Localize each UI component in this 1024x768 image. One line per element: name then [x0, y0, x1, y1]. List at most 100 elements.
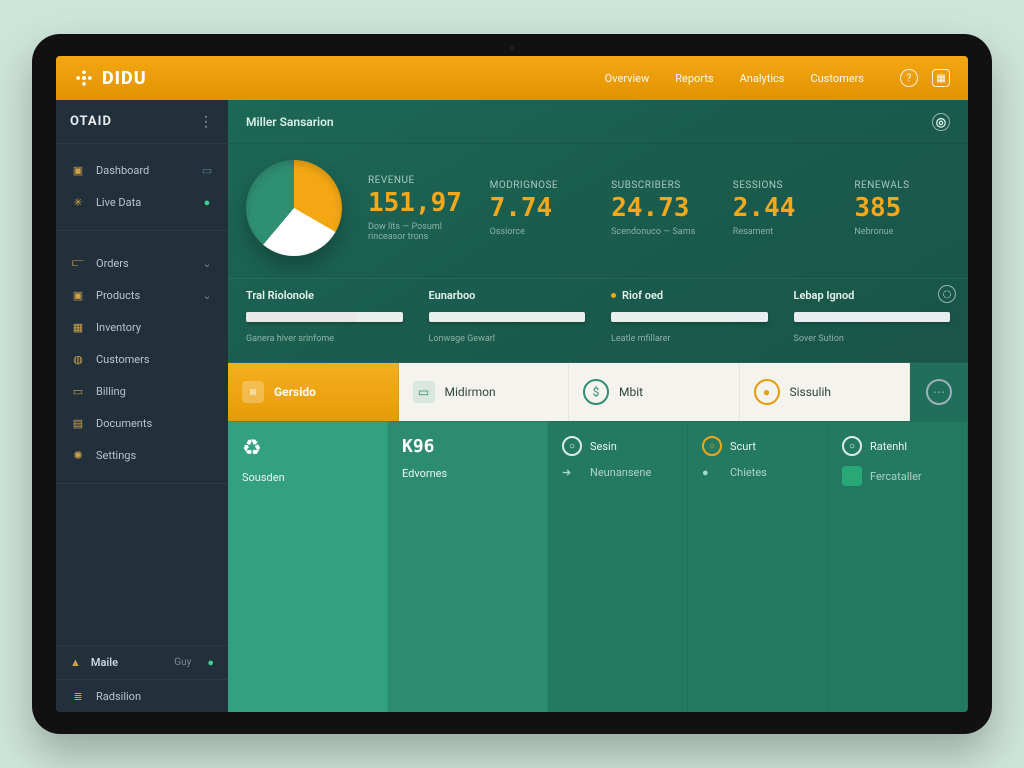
arrow-icon: ➜	[562, 466, 582, 479]
tile-card[interactable]: ○Ratenhl Fercataller	[828, 421, 968, 712]
target-icon[interactable]: ◎	[932, 113, 950, 131]
divider	[56, 230, 228, 231]
stat-sub: Resament	[733, 227, 829, 237]
tile-label: Sousden	[242, 471, 373, 484]
progress-card[interactable]: Tral Riolonole Ganera hiver srinfome	[246, 289, 403, 344]
progress-bar	[429, 312, 586, 322]
sidebar-item-label: Settings	[96, 449, 136, 462]
stat-value: 385	[854, 193, 950, 223]
sidebar-item-extra[interactable]: ≣ Radsilion	[56, 679, 228, 712]
brand[interactable]: DIDU	[74, 68, 147, 89]
circle-icon: ○	[842, 436, 862, 456]
progress-sub: Leatle mfillarer	[611, 334, 768, 344]
progress-bar	[246, 312, 403, 322]
stat-value: 24.73	[611, 193, 707, 223]
stat-card: Sessions 2.44 Resament	[733, 180, 829, 237]
stat-key: Sessions	[733, 180, 829, 191]
stat-sub: Dow lits — Posuml rinceasor trons	[368, 222, 464, 242]
divider	[56, 483, 228, 484]
sidebar-item-inventory[interactable]: ▦ Inventory	[56, 311, 228, 343]
progress-card[interactable]: Lebap Ignod Sover Sution	[794, 289, 951, 344]
briefcase-icon: ▣	[70, 162, 86, 178]
ring-icon: ●	[754, 379, 780, 405]
progress-bar	[794, 312, 951, 322]
topnav-item[interactable]: Reports	[675, 72, 713, 85]
sidebar-item-products[interactable]: ▣ Products ⌄	[56, 279, 228, 311]
sidebar-item-customers[interactable]: ◍ Customers	[56, 343, 228, 375]
tile-sub: Neunansene	[590, 466, 651, 479]
stack-icon: ≡	[242, 381, 264, 403]
sidebar-item-label: Products	[96, 289, 140, 302]
tiles-grid: ♻ Sousden K96 Edvornes ○ Sesin ➜ Neunansen…	[228, 421, 968, 712]
main-header: Miller Sansarion ◎	[228, 100, 968, 144]
tile-card[interactable]: K96 Edvornes	[388, 421, 548, 712]
sidebar-item-settings[interactable]: ✺ Settings	[56, 439, 228, 471]
stat-value: 7.74	[490, 193, 586, 223]
box-icon: ▣	[70, 287, 86, 303]
sidebar-item-orders[interactable]: ⫍ Orders ⌄	[56, 247, 228, 279]
brand-logo-icon	[74, 68, 94, 88]
sidebar-item-billing[interactable]: ▭ Billing	[56, 375, 228, 407]
tile-title: Sesin	[590, 440, 617, 453]
progress-sub: Lonwage Gewarl	[429, 334, 586, 344]
camera-dot	[509, 45, 515, 51]
presence-dot-icon: ●	[207, 656, 214, 669]
tile-label: Edvornes	[402, 467, 533, 480]
sidebar-item-label: Billing	[96, 385, 126, 398]
recycle-icon: ♻	[242, 436, 373, 461]
tile-card[interactable]: ♻ Sousden	[228, 421, 388, 712]
chip-item[interactable]: $ Mbit	[569, 363, 740, 421]
stat-value: 2.44	[733, 193, 829, 223]
chip-item[interactable]: ▭ Midirmon	[399, 363, 570, 421]
ellipsis-icon: ⋯	[926, 379, 952, 405]
tile-sub: Fercataller	[870, 470, 922, 483]
sidebar-item-label: Orders	[96, 257, 129, 270]
stat-key: Renewals	[854, 180, 950, 191]
info-icon[interactable]: ◌	[938, 285, 956, 303]
sidebar-item-dashboard[interactable]: ▣ Dashboard ▭	[56, 154, 228, 186]
list-icon: ≣	[70, 688, 86, 704]
topnav-item[interactable]: Analytics	[740, 72, 785, 85]
brand-name: DIDU	[102, 68, 147, 89]
dot-icon	[611, 293, 616, 298]
sidebar-item-documents[interactable]: ▤ Documents	[56, 407, 228, 439]
progress-card[interactable]: Eunarboo Lonwage Gewarl	[429, 289, 586, 344]
chip-item[interactable]: ● Sissulih	[740, 363, 911, 421]
stat-card: Subscribers 24.73 Scendonuco — Sams	[611, 180, 707, 237]
stat-card: Modrignose 7.74 Ossiorce	[490, 180, 586, 237]
progress-card[interactable]: Riof oed Leatle mfillarer	[611, 289, 768, 344]
more-icon[interactable]: ⋮	[199, 114, 214, 130]
sidebar-group-main: ⫍ Orders ⌄ ▣ Products ⌄ ▦ Inventory ◍	[56, 237, 228, 477]
sidebar-item-label: Documents	[96, 417, 152, 430]
stat-sub: Scendonuco — Sams	[611, 227, 707, 237]
user-icon: ▲	[70, 656, 81, 669]
sidebar-item-label: Radsilion	[96, 690, 141, 703]
apps-icon[interactable]: ▦	[932, 69, 950, 87]
sidebar-group-primary: ▣ Dashboard ▭ ✳ Live Data ●	[56, 144, 228, 224]
chart-icon: ⫍	[70, 255, 86, 271]
circle-icon: ○	[562, 436, 582, 456]
topnav-item[interactable]: Customers	[810, 72, 864, 85]
sidebar-title: OTAID	[70, 114, 112, 129]
square-icon	[842, 466, 862, 486]
chevron-icon: ⌄	[200, 256, 214, 270]
action-strip: ≡ Gersido ▭ Midirmon $ Mbit ● Sissulih	[228, 363, 968, 421]
tile-card[interactable]: ○Scurt ●Chietes	[688, 421, 828, 712]
topnav-item[interactable]: Overview	[605, 72, 650, 85]
help-icon[interactable]: ?	[900, 69, 918, 87]
tile-card[interactable]: ○ Sesin ➜ Neunansene	[548, 421, 688, 712]
chip-label: Midirmon	[445, 385, 496, 399]
chip-primary[interactable]: ≡ Gersido	[228, 363, 399, 421]
sidebar-footer-user[interactable]: ▲ Maile Guy ●	[56, 645, 228, 679]
stat-key: Modrignose	[490, 180, 586, 191]
folder-icon: ▭	[200, 163, 214, 177]
tile-sub: Chietes	[730, 466, 767, 479]
topbar-actions: ? ▦	[900, 69, 950, 87]
stats-row: Revenue 151,97 Dow lits — Posuml rinceas…	[228, 144, 968, 278]
chip-label: Gersido	[274, 385, 316, 399]
drop-icon: ●	[702, 466, 722, 479]
topbar: DIDU Overview Reports Analytics Customer…	[56, 56, 968, 100]
sidebar-item-live[interactable]: ✳ Live Data ●	[56, 186, 228, 218]
progress-row: Tral Riolonole Ganera hiver srinfome Eun…	[228, 278, 968, 363]
chip-more[interactable]: ⋯	[910, 363, 968, 421]
